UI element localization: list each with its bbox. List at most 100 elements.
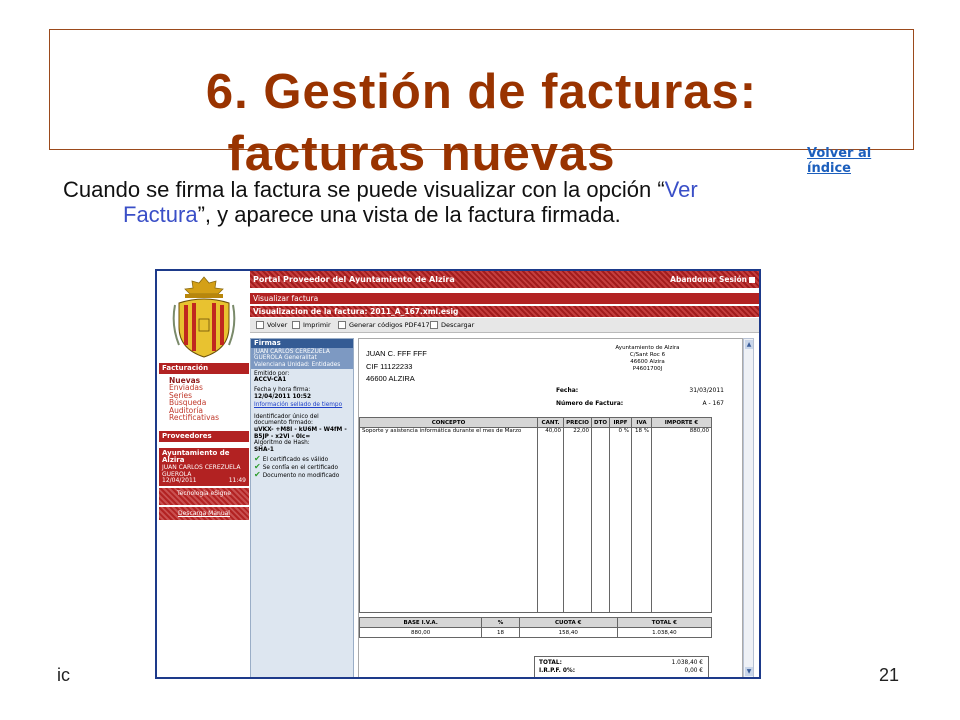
back-to-index-link[interactable]: Volver al índice — [807, 146, 913, 176]
invoice-number-label: Número de Factura: — [556, 400, 624, 407]
total-value: 1.038,40 € — [671, 660, 703, 666]
col-percent: % — [481, 617, 520, 628]
invoice-receiver: Ayuntamiento de Alzira C/Sant Roc 6 4660… — [600, 345, 695, 373]
print-button[interactable]: Imprimir — [292, 318, 331, 333]
slide-title-line1: 6. Gestión de facturas: — [205, 65, 758, 119]
cell-total: 1.038,40 — [616, 627, 713, 638]
esigne-banner[interactable]: Tecnologia eSigne — [159, 488, 249, 505]
intro-highlight-factura: Factura — [123, 202, 198, 227]
receiver-name: Ayuntamiento de Alzira — [615, 345, 680, 351]
intro-highlight-ver: Ver — [664, 177, 698, 202]
cell-base: 880,00 — [358, 627, 483, 638]
cell-dto — [591, 427, 610, 613]
irpf-value: 0,00 € — [684, 668, 703, 674]
emitted-value: ACCV-CA1 — [254, 377, 287, 384]
logout-label: Abandonar Sesión — [670, 275, 747, 284]
download-button[interactable]: Descargar — [430, 318, 474, 333]
download-icon — [430, 321, 438, 329]
back-button[interactable]: Volver — [256, 318, 287, 333]
close-icon — [749, 277, 755, 283]
signer-info[interactable]: JUAN CARLOS CEREZUELA GUEROLA Generalita… — [251, 348, 353, 369]
cell-percent: 18 — [481, 627, 520, 638]
esigne-label: Tecnologia eSigne — [177, 490, 231, 497]
toolbar: Volver Imprimir Generar códigos PDF417 D… — [250, 318, 759, 333]
cell-irpf: 0 % — [609, 427, 632, 613]
sidebar-item-rectificativas[interactable]: Rectificativas — [169, 414, 219, 422]
intro-text: Cuando se firma la factura se puede visu… — [63, 177, 863, 227]
pdf417-button[interactable]: Generar códigos PDF417 — [338, 318, 430, 333]
receiver-address: C/Sant Roc 6 — [629, 352, 666, 358]
footer-left: ic — [57, 665, 70, 685]
invoice-view: JUAN C. FFF FFF CIF 11122233 46600 ALZIR… — [358, 338, 743, 677]
download-label: Descargar — [441, 321, 475, 329]
sender-name: JUAN C. FFF FFF — [366, 349, 427, 358]
document-id-label: Identificador único del documento firmad… — [254, 413, 319, 427]
logout-button[interactable]: Abandonar Sesión — [670, 271, 755, 288]
col-precio: PRECIO — [563, 416, 592, 429]
col-irpf: IRPF — [609, 416, 632, 429]
sidebar-menu: Nuevas Enviadas Series Búsqueda Auditorí… — [169, 377, 219, 422]
check-label: Se confía en el certificado — [262, 465, 338, 472]
check-label: El certificado es válido — [262, 457, 329, 464]
table-row: Soporte y asistencia informática durante… — [359, 427, 712, 613]
document-id-value: uVKX- +M8I - kU6M - W4fM - B5JP - x2Vi -… — [254, 427, 347, 440]
col-cuota: CUOTA € — [518, 617, 618, 628]
datetime-value: 12/04/2011 10:52 — [254, 393, 311, 400]
invoice-lines-table: CONCEPTO CANT. PRECIO DTO IRPF IVA IMPOR… — [359, 416, 712, 613]
col-importe: IMPORTE € — [651, 416, 712, 429]
intro-part-a: Cuando se firma la factura se puede visu… — [63, 177, 665, 202]
cell-concepto: Soporte y asistencia informática durante… — [359, 427, 538, 613]
col-iva: IVA — [631, 416, 652, 429]
scroll-down-icon[interactable]: ▼ — [745, 667, 753, 676]
emitted-label: Emitido por: — [254, 370, 290, 377]
total-label: TOTAL: — [539, 660, 562, 666]
sidebar-section-proveedores[interactable]: Proveedores — [159, 431, 249, 442]
invoice-number-value: A - 167 — [702, 400, 724, 407]
irpf-label: I.R.P.F. 0%: — [539, 668, 576, 674]
sender-cif: CIF 11122233 — [366, 361, 413, 371]
pdf417-label: Generar códigos PDF417 — [349, 321, 430, 329]
cell-cantidad: 40,00 — [537, 427, 564, 613]
back-label: Volver — [267, 321, 288, 329]
slide-title-line2: facturas nuevas — [227, 127, 616, 181]
hash-label: Algoritmo de Hash: — [254, 440, 310, 447]
user-time: 11:49 — [228, 477, 246, 484]
left-sidebar: Facturación Nuevas Enviadas Series Búsqu… — [157, 271, 250, 677]
download-manual-link[interactable]: Descarga Manual — [159, 507, 249, 520]
intro-part-b: ”, y aparece una vista de la factura fir… — [197, 202, 621, 227]
signatures-panel: Firmas JUAN CARLOS CEREZUELA GUEROLA Gen… — [250, 338, 354, 677]
main-panel: Portal Proveedor del Ayuntamiento de Alz… — [250, 271, 759, 677]
back-arrow-icon — [256, 321, 264, 329]
cell-precio: 22,00 — [563, 427, 592, 613]
user-date: 12/04/2011 — [162, 477, 197, 484]
app-screenshot: Facturación Nuevas Enviadas Series Búsqu… — [155, 269, 761, 679]
table-header-row: BASE I.V.A. % CUOTA € TOTAL € — [358, 617, 713, 628]
user-org: Ayuntamiento de Alzira — [162, 449, 230, 464]
timestamp-info-link[interactable]: Información sellado de tiempo — [254, 402, 342, 408]
receiver-nif: P4601700J — [632, 366, 663, 372]
signature-details: Emitido por: ACCV-CA1 Fecha y hora firma… — [251, 369, 353, 481]
scroll-up-icon[interactable]: ▲ — [745, 340, 753, 349]
check-document-unmodified: ✔ Documento no modificado — [254, 469, 350, 480]
sidebar-section-facturacion: Facturación — [159, 363, 249, 374]
hash-value: SHA-1 — [254, 446, 274, 453]
table-row: 880,00 18 158,40 1.038,40 — [358, 627, 713, 638]
col-cantidad: CANT. — [537, 416, 564, 429]
cell-importe: 880,00 — [651, 427, 712, 613]
datetime-label: Fecha y hora firma: — [254, 387, 311, 394]
portal-header: Portal Proveedor del Ayuntamiento de Alz… — [250, 271, 759, 288]
tax-base-table: BASE I.V.A. % CUOTA € TOTAL € 880,00 18 … — [358, 617, 713, 638]
col-total: TOTAL € — [616, 617, 713, 628]
section-bar: Visualizar factura — [250, 293, 759, 304]
page-number: 21 — [879, 665, 900, 685]
portal-title: Portal Proveedor del Ayuntamiento de Alz… — [253, 275, 455, 284]
check-certificate-valid: ✔ El certificado es válido — [254, 455, 350, 464]
check-icon: ✔ — [254, 469, 261, 479]
user-box: Ayuntamiento de Alzira JUAN CARLOS CEREZ… — [159, 448, 249, 486]
printer-icon — [292, 321, 300, 329]
document-scrollbar[interactable]: ▲ ▼ — [743, 338, 754, 677]
document-title-bar: Visualizacion de la factura: 2011_A_167.… — [250, 306, 759, 317]
date-label: Fecha: — [556, 387, 579, 394]
check-label: Documento no modificado — [262, 472, 340, 479]
col-base-iva: BASE I.V.A. — [358, 617, 483, 628]
